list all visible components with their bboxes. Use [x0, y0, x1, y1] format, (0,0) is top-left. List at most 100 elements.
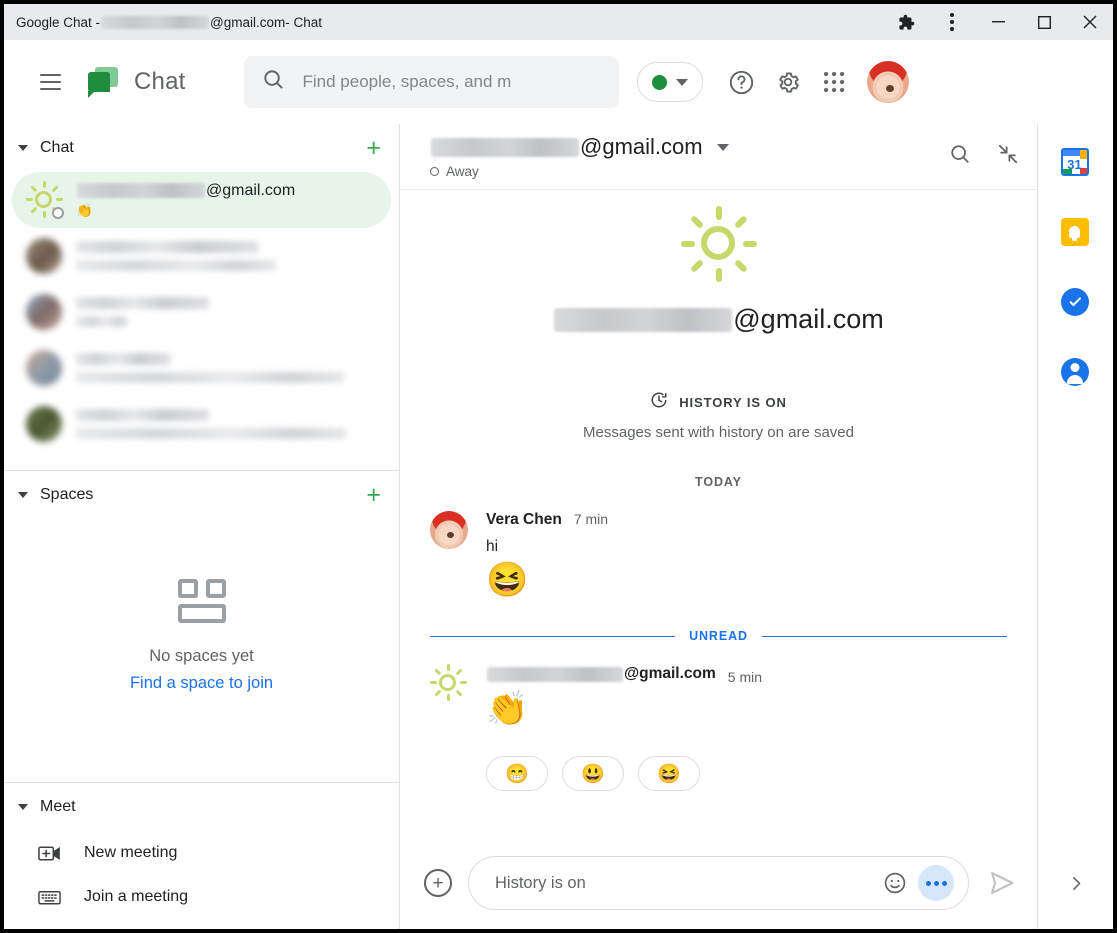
quick-reactions: 😁 😃 😆 [486, 756, 1007, 792]
window-controls [883, 4, 1113, 40]
collapse-icon[interactable] [997, 143, 1019, 170]
away-status-icon [430, 167, 439, 176]
message-composer: + [400, 837, 1037, 929]
emoji-icon[interactable] [880, 868, 910, 898]
main-menu-icon[interactable] [28, 60, 72, 104]
help-icon[interactable] [719, 59, 765, 105]
close-button[interactable] [1067, 4, 1113, 40]
account-avatar[interactable] [866, 61, 909, 103]
maximize-button[interactable] [1021, 4, 1067, 40]
message-sender: @gmail.com [486, 665, 716, 683]
app-header: Chat [4, 40, 1113, 124]
list-item-content [76, 297, 377, 327]
list-item-content [76, 241, 377, 271]
conversation-menu-chevron-down-icon[interactable] [716, 143, 729, 151]
conversation-title: @gmail.com [430, 134, 703, 160]
chevron-down-icon [675, 78, 688, 86]
chevron-down-icon [18, 492, 28, 498]
list-item[interactable]: @gmail.com 👏 [12, 172, 391, 228]
message-sender: Vera Chen [486, 511, 562, 528]
chat-section-header[interactable]: Chat + [4, 124, 399, 172]
search-input[interactable] [302, 72, 601, 92]
list-item[interactable] [12, 228, 391, 284]
list-item[interactable] [12, 340, 391, 396]
list-item[interactable] [12, 396, 391, 452]
conversation-email: @gmail.com [580, 134, 703, 159]
redacted-preview [76, 260, 276, 271]
settings-gear-icon[interactable] [765, 59, 811, 105]
list-item[interactable] [12, 284, 391, 340]
keyboard-icon [38, 889, 62, 906]
new-chat-button[interactable]: + [366, 135, 381, 161]
reaction-chip[interactable]: 😆 [638, 756, 700, 792]
conversation-header: @gmail.com Away [400, 124, 1037, 190]
minimize-button[interactable] [975, 4, 1021, 40]
tasks-icon[interactable] [1060, 288, 1091, 318]
window-menu-icon[interactable] [929, 4, 975, 40]
search-bar[interactable] [243, 56, 619, 108]
reaction-chip[interactable]: 😁 [486, 756, 548, 792]
add-attachment-button[interactable]: + [424, 869, 452, 897]
conversation-actions [949, 143, 1019, 170]
window-title-suffix: - Chat [285, 14, 323, 30]
side-panel-rail: 31 [1037, 124, 1113, 929]
spaces-placeholder-icon [176, 578, 228, 623]
message-input-wrapper[interactable] [468, 856, 969, 910]
search-icon [262, 68, 285, 96]
app-window: Google Chat - @gmail.com - Chat Chat Fin… [4, 4, 1113, 929]
more-options-button[interactable] [918, 865, 954, 901]
avatar [26, 406, 62, 442]
redacted-preview [76, 428, 346, 439]
conversation-intro: @gmail.com [430, 190, 1007, 335]
message-time: 5 min [727, 668, 763, 685]
conversation-status-label: Away [446, 164, 479, 179]
message-emoji: 👏 [486, 689, 529, 728]
history-subtext: Messages sent with history on are saved [583, 424, 854, 441]
message-body: @gmail.com 5 min 👏 [486, 665, 1007, 728]
redacted-sender-name [487, 666, 623, 682]
day-divider: TODAY [695, 475, 742, 489]
send-button[interactable] [985, 866, 1019, 900]
unread-divider: UNREAD [430, 629, 1007, 643]
redacted-contact-name [431, 137, 579, 157]
sidebar-item-join-meeting[interactable]: Join a meeting [4, 875, 399, 919]
sidebar-item-new-meeting[interactable]: New meeting [4, 831, 399, 875]
calendar-icon[interactable]: 31 [1060, 148, 1091, 178]
list-item-preview: 👏 [76, 202, 93, 218]
calendar-day-badge: 31 [1067, 157, 1082, 172]
search-in-conversation-icon[interactable] [949, 143, 971, 170]
message-input[interactable] [495, 873, 872, 893]
chevron-down-icon [18, 804, 28, 810]
spaces-empty-state: No spaces yet Find a space to join [4, 519, 399, 782]
spaces-section-header[interactable]: Spaces + [4, 471, 399, 519]
meet-section-header[interactable]: Meet [4, 783, 399, 831]
redacted-name [76, 353, 171, 365]
contacts-icon[interactable] [1060, 358, 1091, 388]
find-space-link[interactable]: Find a space to join [130, 674, 273, 693]
keep-icon[interactable] [1060, 218, 1091, 248]
reaction-chip[interactable]: 😃 [562, 756, 624, 792]
avatar [430, 511, 468, 549]
status-dot-icon [651, 74, 667, 90]
app-body: Chat + @gmail.com 👏 Spaces + No spaces y… [4, 124, 1113, 929]
history-clock-icon [650, 391, 668, 414]
avatar [26, 294, 62, 330]
conversation-identity: @gmail.com Away [430, 134, 729, 179]
app-title: Chat [134, 68, 186, 95]
expand-side-panel-icon[interactable] [1067, 875, 1084, 897]
list-item-content [76, 353, 377, 383]
list-item-email: @gmail.com [206, 181, 296, 199]
google-apps-grid-icon[interactable] [811, 59, 857, 105]
new-space-button[interactable]: + [366, 482, 381, 508]
conversation-status: Away [430, 164, 729, 179]
redacted-name [76, 297, 209, 309]
extensions-puzzle-icon[interactable] [883, 4, 929, 40]
window-title-email: @gmail.com [210, 14, 286, 30]
conversation-panel: @gmail.com Away @gmail.com HISTORY IS ON… [400, 124, 1037, 929]
status-selector[interactable] [636, 62, 703, 102]
window-title: Google Chat - @gmail.com - Chat [16, 15, 322, 30]
chevron-down-icon [18, 145, 28, 151]
redacted-contact-name [554, 307, 733, 332]
list-item-content: @gmail.com 👏 [76, 182, 377, 219]
window-title-prefix: Google Chat - [16, 14, 101, 30]
